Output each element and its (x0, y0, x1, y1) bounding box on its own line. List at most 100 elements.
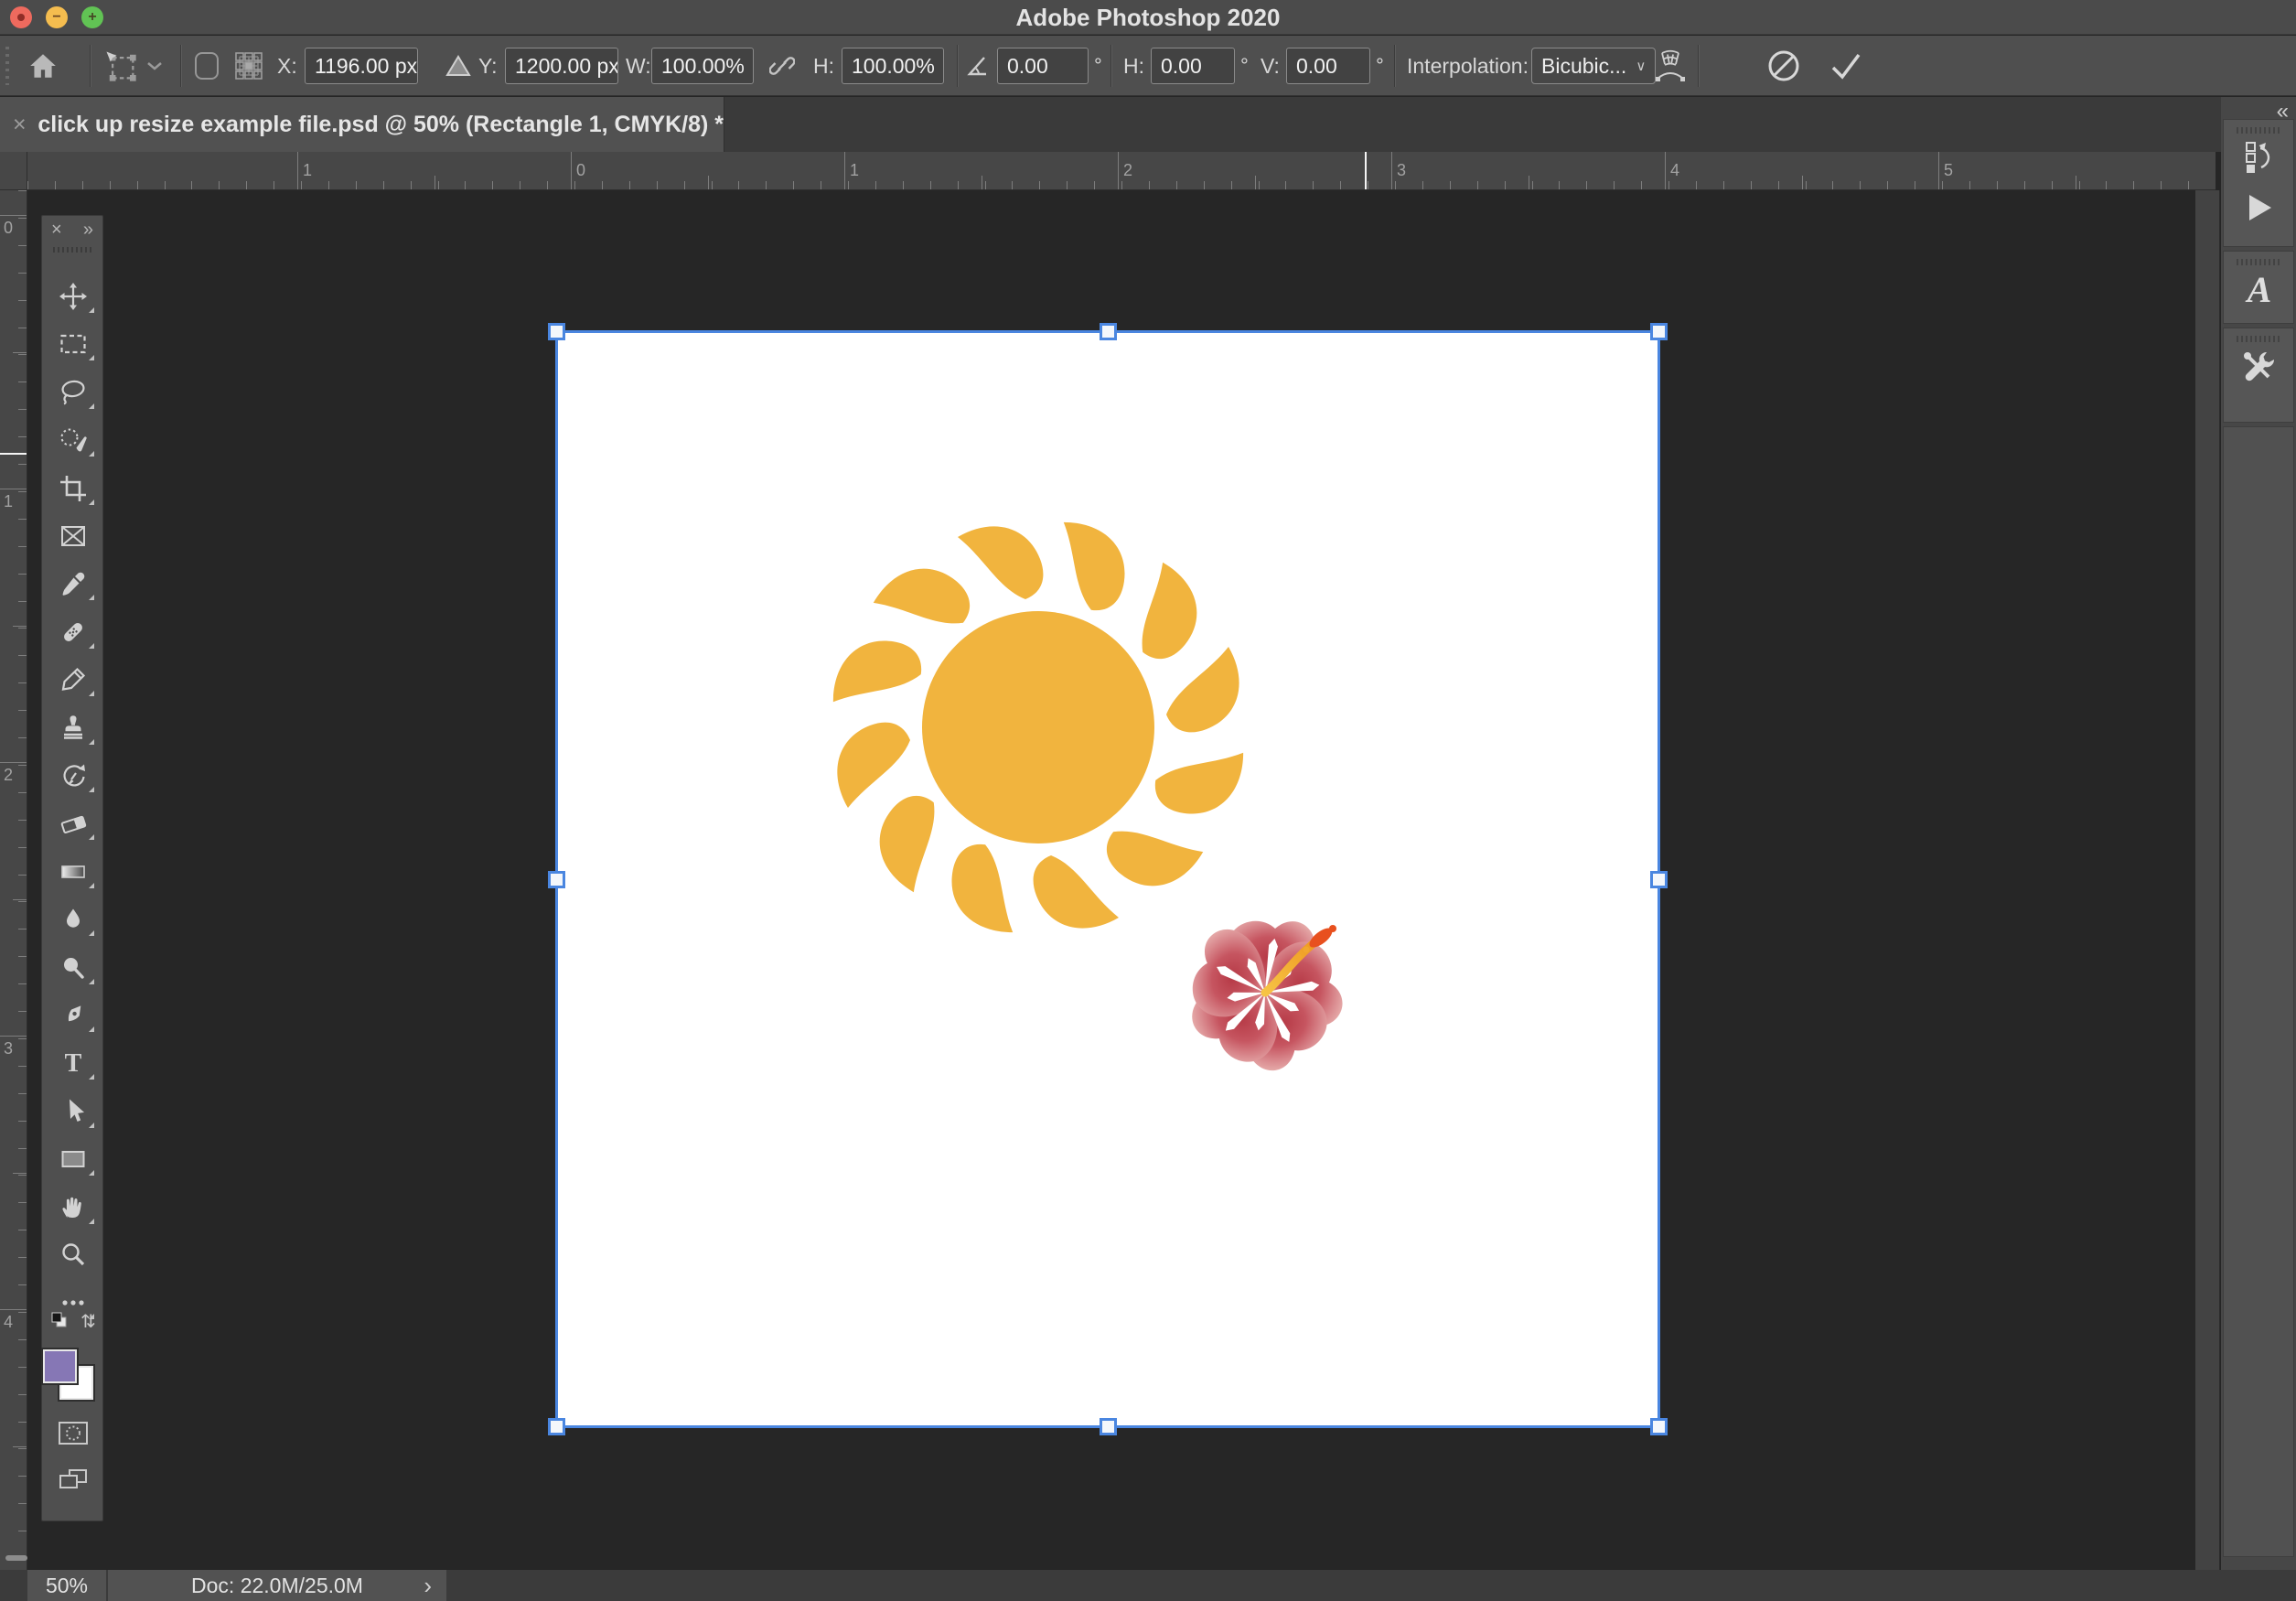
y-label: Y: (478, 53, 498, 78)
path-selection-tool[interactable] (58, 1093, 94, 1130)
document-size-status[interactable]: Doc: 22.0M/25.0M › (108, 1570, 446, 1601)
expand-tools-panel-icon[interactable]: » (83, 220, 93, 241)
clone-stamp-tool[interactable] (58, 710, 94, 747)
actions-panel-icon[interactable] (2224, 193, 2295, 227)
transform-handle-middle-left[interactable] (548, 871, 565, 888)
tool-flyout-indicator (89, 355, 94, 361)
panel-group-tool-presets (2223, 328, 2294, 423)
tool-preset-chevron-icon[interactable] (146, 36, 163, 96)
tools-panel-grip[interactable] (53, 247, 93, 253)
cursor-position-marker (0, 453, 27, 455)
top-ruler[interactable]: 1 0 1 2 3 4 5 (27, 152, 2216, 190)
angle-unit: ° (1094, 54, 1102, 77)
vertical-scrollbar-track[interactable] (2195, 190, 2220, 1570)
height-input[interactable]: 100.00% (842, 48, 944, 84)
canvas-pasteboard[interactable] (27, 190, 2195, 1570)
reference-point-checkbox[interactable] (195, 36, 219, 96)
close-document-icon[interactable]: × (13, 112, 38, 138)
panel-group-empty (2223, 426, 2294, 1557)
ruler-origin-corner[interactable] (0, 152, 27, 190)
eraser-tool[interactable] (58, 805, 94, 842)
tools-panel: × » T ⇅ (41, 215, 103, 1521)
transform-handle-middle-right[interactable] (1650, 871, 1668, 888)
quick-mask-icon[interactable] (58, 1420, 89, 1445)
svg-text:⇅: ⇅ (80, 1312, 96, 1332)
ruler-label: 2 (4, 766, 14, 784)
history-panel-icon[interactable] (2224, 140, 2295, 179)
spot-healing-brush-tool[interactable] (58, 614, 94, 650)
ruler-label: 1 (4, 492, 14, 510)
v-skew-input[interactable]: 0.00 (1286, 48, 1370, 84)
y-position-input[interactable]: 1200.00 px (505, 48, 618, 84)
hand-tool[interactable] (58, 1189, 94, 1226)
reference-point-grid-icon[interactable] (232, 36, 265, 96)
divider (1394, 45, 1395, 87)
rotation-input[interactable]: 0.00 (997, 48, 1089, 84)
panel-group-glyphs: A (2223, 251, 2294, 324)
width-input[interactable]: 100.00% (651, 48, 754, 84)
relative-positioning-icon[interactable] (445, 36, 471, 96)
type-tool[interactable]: T (58, 1045, 94, 1081)
status-options-chevron-icon[interactable]: › (424, 1572, 432, 1600)
transform-handle-top-left[interactable] (548, 323, 565, 340)
default-colors-icon[interactable]: ⇅ (49, 1310, 97, 1332)
divider (1110, 45, 1111, 87)
ruler-label: 4 (1670, 161, 1680, 179)
tool-flyout-indicator (89, 930, 94, 937)
tool-flyout-indicator (89, 595, 94, 601)
interpolation-select[interactable]: Bicubic... ∨ (1531, 48, 1657, 84)
move-tool[interactable] (58, 278, 94, 315)
tool-flyout-indicator (89, 691, 94, 697)
eyedropper-tool[interactable] (58, 565, 94, 602)
x-position-input[interactable]: 1196.00 px (305, 48, 418, 84)
ruler-label: 0 (576, 161, 586, 179)
maintain-aspect-ratio-icon[interactable] (769, 36, 795, 96)
ruler-label: 3 (4, 1039, 14, 1058)
left-ruler[interactable]: 0 1 2 3 4 (0, 190, 27, 1570)
tool-flyout-indicator (89, 787, 94, 792)
object-selection-tool[interactable] (58, 422, 94, 458)
tool-flyout-indicator (89, 882, 94, 888)
rectangular-marquee-tool[interactable] (58, 326, 94, 362)
warp-mode-icon[interactable] (1650, 36, 1690, 96)
blur-tool[interactable] (58, 901, 94, 938)
home-icon[interactable] (27, 36, 59, 96)
document-tab-title: click up resize example file.psd @ 50% (… (38, 111, 724, 137)
crop-tool[interactable] (58, 470, 94, 507)
divider (1698, 45, 1699, 87)
screen-mode-icon[interactable] (58, 1467, 89, 1493)
h-skew-input[interactable]: 0.00 (1151, 48, 1235, 84)
ruler-label: 2 (1123, 161, 1133, 179)
gradient-tool[interactable] (58, 854, 94, 890)
tool-presets-panel-icon[interactable] (2224, 349, 2295, 390)
zoom-level-field[interactable]: 50% (27, 1570, 106, 1601)
zoom-tool[interactable] (58, 1237, 89, 1273)
document-tab[interactable]: × click up resize example file.psd @ 50%… (0, 97, 724, 152)
transform-handle-bottom-center[interactable] (1100, 1418, 1117, 1435)
horizontal-scrollbar-thumb[interactable] (5, 1555, 27, 1561)
transform-handle-bottom-left[interactable] (548, 1418, 565, 1435)
frame-tool[interactable] (58, 518, 89, 554)
lasso-tool[interactable] (58, 374, 94, 411)
brush-tool[interactable] (58, 661, 94, 698)
transform-handle-top-center[interactable] (1100, 323, 1117, 340)
dodge-tool[interactable] (58, 950, 94, 986)
transform-handle-top-right[interactable] (1650, 323, 1668, 340)
ruler-label: 1 (303, 161, 313, 179)
tool-flyout-indicator (89, 451, 94, 457)
options-bar-grip[interactable] (5, 47, 9, 85)
svg-text:T: T (65, 1049, 82, 1078)
pen-tool[interactable] (58, 997, 94, 1034)
cancel-transform-button[interactable] (1765, 36, 1802, 96)
foreground-color-swatch[interactable] (41, 1348, 79, 1385)
tool-flyout-indicator (89, 403, 94, 409)
panel-dock: « A (2221, 97, 2296, 1570)
close-tools-panel-icon[interactable]: × (51, 220, 62, 241)
history-brush-tool[interactable] (58, 758, 94, 794)
glyphs-panel-icon[interactable]: A (2224, 268, 2295, 311)
cursor-position-marker (1365, 152, 1367, 189)
transform-handle-bottom-right[interactable] (1650, 1418, 1668, 1435)
document-canvas[interactable] (548, 323, 1668, 1435)
rectangle-shape-tool[interactable] (58, 1141, 94, 1177)
commit-transform-button[interactable] (1826, 36, 1866, 96)
